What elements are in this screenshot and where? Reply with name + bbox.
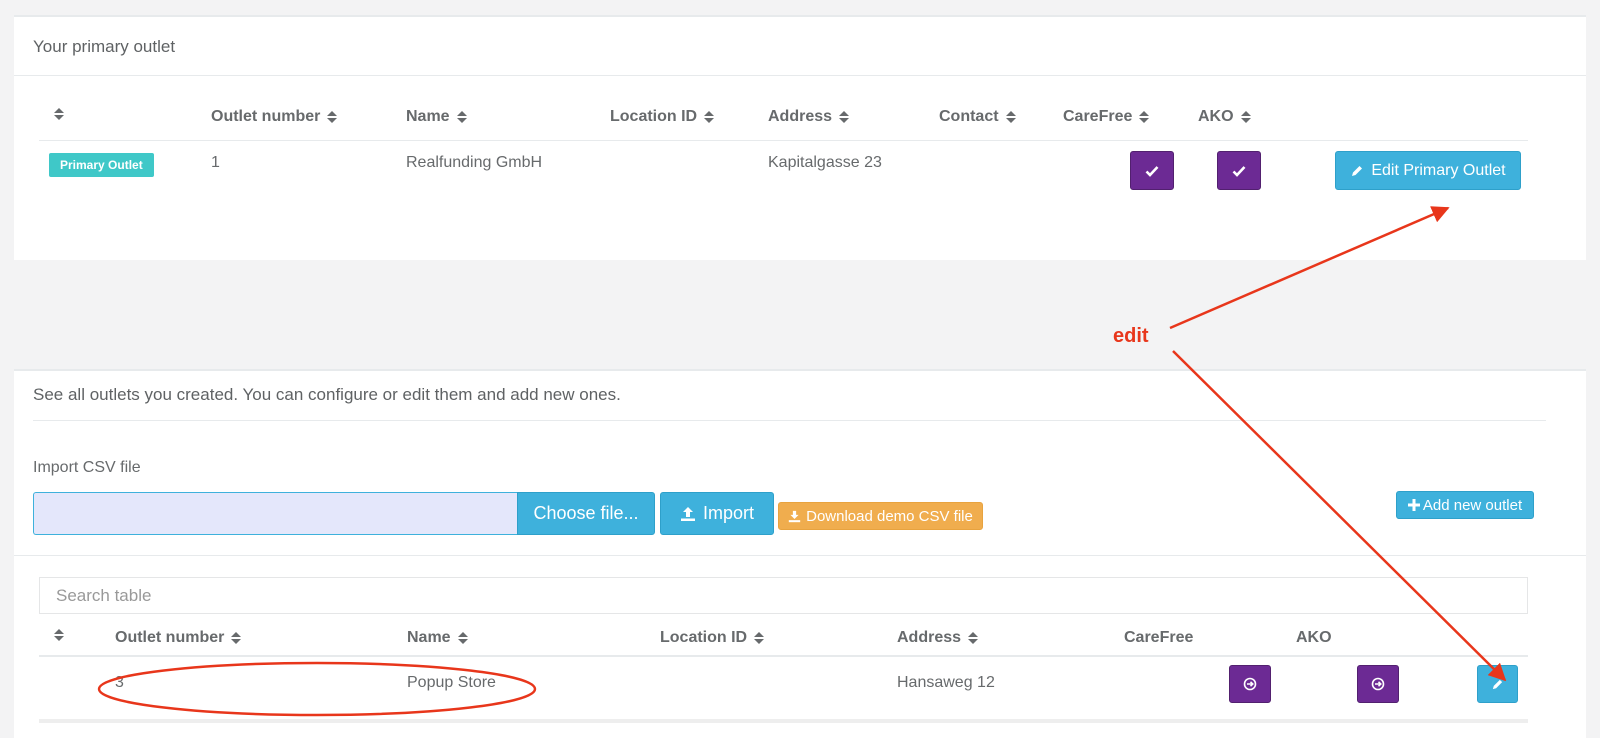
sort-icon — [704, 111, 715, 123]
th-label: AKO — [1296, 629, 1332, 646]
table-header-divider — [39, 655, 1528, 657]
primary-panel-title: Your primary outlet — [33, 37, 176, 56]
th-label: CareFree — [1124, 629, 1194, 646]
sort-icon — [54, 108, 64, 120]
th-outlet-number[interactable]: Outlet number — [115, 629, 242, 647]
download-demo-csv-button[interactable]: Download demo CSV file — [778, 502, 983, 530]
primary-outlet-panel: Your primary outlet Outlet number Name L… — [14, 15, 1586, 260]
sort-icon — [1240, 111, 1251, 123]
row-divider — [39, 719, 1528, 723]
cell-outlet-number: 1 — [211, 154, 220, 171]
sort-icon — [968, 632, 979, 644]
th-contact[interactable]: Contact — [939, 108, 1016, 126]
divider — [14, 555, 1586, 556]
download-demo-label: Download demo CSV file — [806, 507, 973, 525]
pencil-icon — [1352, 165, 1363, 176]
th-name[interactable]: Name — [406, 108, 467, 126]
th-label: AKO — [1198, 108, 1234, 125]
edit-outlet-button[interactable] — [1477, 665, 1518, 703]
th-carefree: CareFree — [1124, 629, 1193, 647]
th-address[interactable]: Address — [897, 629, 979, 647]
sort-icon — [327, 111, 338, 123]
sort-icon — [839, 111, 850, 123]
th-name[interactable]: Name — [407, 629, 468, 647]
search-table-input[interactable]: Search table — [39, 577, 1528, 614]
add-new-outlet-button[interactable]: Add new outlet — [1396, 491, 1534, 519]
plus-icon — [1407, 499, 1420, 511]
divider — [14, 75, 1586, 76]
edit-primary-outlet-label: Edit Primary Outlet — [1371, 161, 1506, 179]
cell-address: Kapitalgasse 23 — [768, 154, 882, 171]
outlets-panel-title: See all outlets you created. You can con… — [33, 385, 621, 404]
th-label: Name — [406, 108, 450, 125]
edit-primary-outlet-button[interactable]: Edit Primary Outlet — [1335, 151, 1521, 190]
check-icon — [1145, 165, 1159, 177]
choose-file-button[interactable]: Choose file... — [517, 492, 655, 535]
sort-icon — [1139, 111, 1150, 123]
upload-icon — [680, 506, 695, 521]
th-label: Outlet number — [115, 629, 225, 646]
primary-outlet-badge: Primary Outlet — [49, 153, 154, 177]
ako-activate-button[interactable] — [1357, 665, 1399, 703]
cell-name: Realfunding GmbH — [406, 154, 543, 171]
th-location-id[interactable]: Location ID — [610, 108, 715, 126]
th-label: CareFree — [1063, 108, 1133, 125]
th-label: Location ID — [610, 108, 698, 125]
choose-file-label: Choose file... — [533, 503, 639, 523]
th-outlet-number[interactable]: Outlet number — [211, 108, 338, 126]
add-new-outlet-label: Add new outlet — [1422, 496, 1523, 514]
import-csv-label: Import CSV file — [33, 459, 141, 476]
cell-outlet-number: 3 — [115, 674, 124, 691]
sort-icon — [54, 629, 64, 641]
carefree-toggle-button[interactable] — [1130, 151, 1174, 190]
table-header-divider — [39, 140, 1528, 141]
outlets-panel: See all outlets you created. You can con… — [14, 369, 1586, 738]
th-ako[interactable]: AKO — [1198, 108, 1251, 126]
sort-icon — [1005, 111, 1016, 123]
ako-toggle-button[interactable] — [1217, 151, 1261, 190]
th-label: Address — [897, 629, 962, 646]
th-select[interactable] — [54, 629, 64, 641]
search-placeholder: Search table — [56, 585, 152, 605]
circle-arrow-right-icon — [1243, 677, 1257, 691]
check-icon — [1232, 165, 1246, 177]
th-label: Contact — [939, 108, 999, 125]
th-carefree[interactable]: CareFree — [1063, 108, 1150, 126]
download-icon — [788, 510, 801, 522]
th-ako: AKO — [1296, 629, 1332, 647]
circle-arrow-right-icon — [1371, 677, 1385, 691]
sort-icon — [754, 632, 765, 644]
th-select[interactable] — [54, 108, 64, 120]
th-label: Name — [407, 629, 451, 646]
sort-icon — [456, 111, 467, 123]
cell-name: Popup Store — [407, 674, 496, 691]
th-label: Address — [768, 108, 833, 125]
th-label: Location ID — [660, 629, 748, 646]
carefree-activate-button[interactable] — [1229, 665, 1271, 703]
sort-icon — [231, 632, 242, 644]
divider — [33, 420, 1546, 421]
th-location-id[interactable]: Location ID — [660, 629, 765, 647]
pencil-icon — [1492, 679, 1503, 689]
sort-icon — [457, 632, 468, 644]
th-address[interactable]: Address — [768, 108, 850, 126]
import-button[interactable]: Import — [660, 492, 774, 535]
th-label: Outlet number — [211, 108, 321, 125]
cell-address: Hansaweg 12 — [897, 674, 995, 691]
import-label: Import — [702, 503, 754, 523]
csv-file-input[interactable] — [33, 492, 521, 535]
annotation-edit-label: edit — [1113, 325, 1149, 347]
